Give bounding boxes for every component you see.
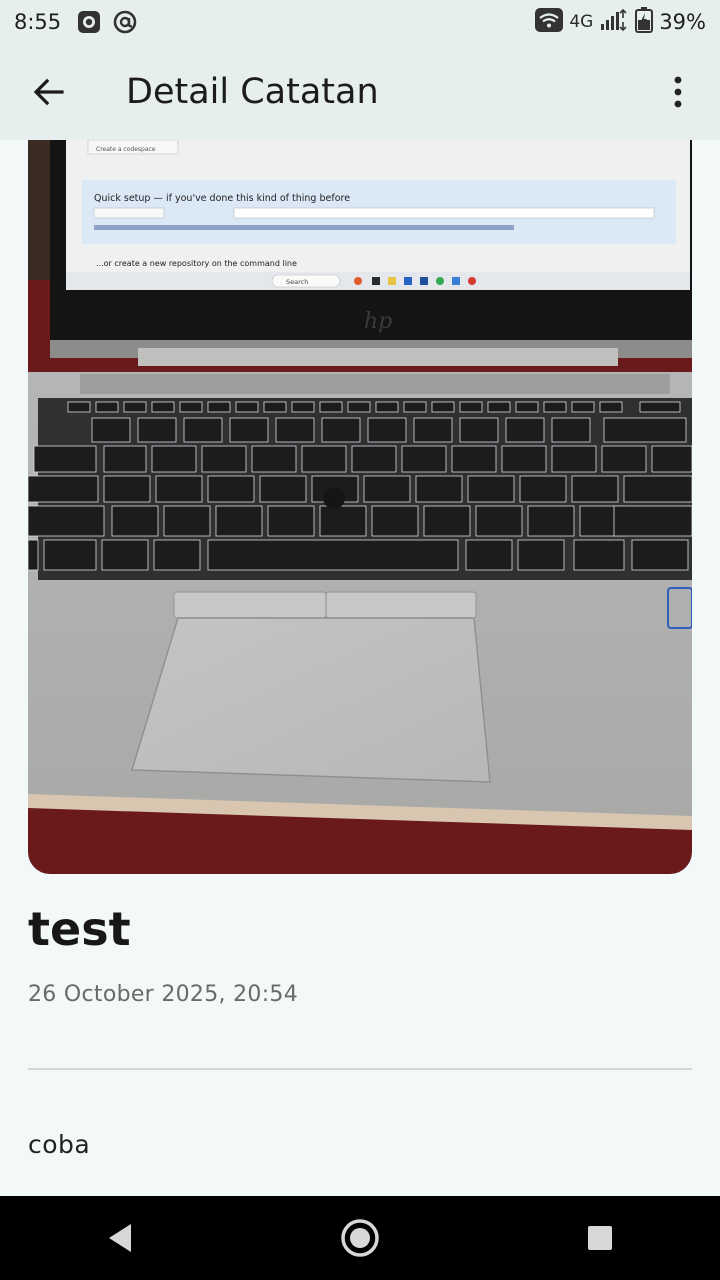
at-icon <box>113 10 137 34</box>
note-title: test <box>28 902 131 956</box>
note-body: coba <box>28 1130 91 1159</box>
note-date: 26 October 2025, 20:54 <box>28 982 298 1007</box>
battery-icon <box>635 7 654 37</box>
recents-square-icon <box>588 1226 612 1250</box>
nav-home-button[interactable] <box>320 1203 400 1273</box>
page-title: Detail Catatan <box>126 72 379 112</box>
app-bar: Detail Catatan <box>0 44 720 140</box>
more-options-button[interactable] <box>658 61 698 123</box>
photo-quick-setup: Quick setup — if you've done this kind o… <box>94 193 350 204</box>
back-button[interactable] <box>18 61 80 123</box>
svg-text:hp: hp <box>364 309 392 334</box>
note-image: Create a codespace Quick setup — if you'… <box>28 140 692 874</box>
home-circle-icon <box>341 1219 379 1257</box>
system-nav-bar <box>0 1196 720 1280</box>
battery-percentage: 39% <box>659 10 706 34</box>
nav-recents-button[interactable] <box>560 1203 640 1273</box>
photo-search: Search <box>286 278 308 286</box>
signal-icon <box>599 8 629 36</box>
status-bar: 8:55 4G 39% <box>0 0 720 44</box>
status-time: 8:55 <box>14 10 62 34</box>
divider <box>28 1068 692 1070</box>
arrow-left-icon <box>33 78 64 106</box>
more-vert-icon <box>674 76 682 108</box>
wifi-icon <box>535 8 564 36</box>
network-label: 4G <box>569 12 594 32</box>
photo-cli-heading: ...or create a new repository on the com… <box>96 259 297 268</box>
photo-create-codespace: Create a codespace <box>96 146 156 153</box>
screen: 8:55 4G 39% Detail Catatan Create a code… <box>0 0 720 1280</box>
nav-back-button[interactable] <box>80 1203 160 1273</box>
record-icon <box>77 10 101 34</box>
laptop-photo: Create a codespace Quick setup — if you'… <box>28 140 692 874</box>
back-triangle-icon <box>109 1224 131 1252</box>
